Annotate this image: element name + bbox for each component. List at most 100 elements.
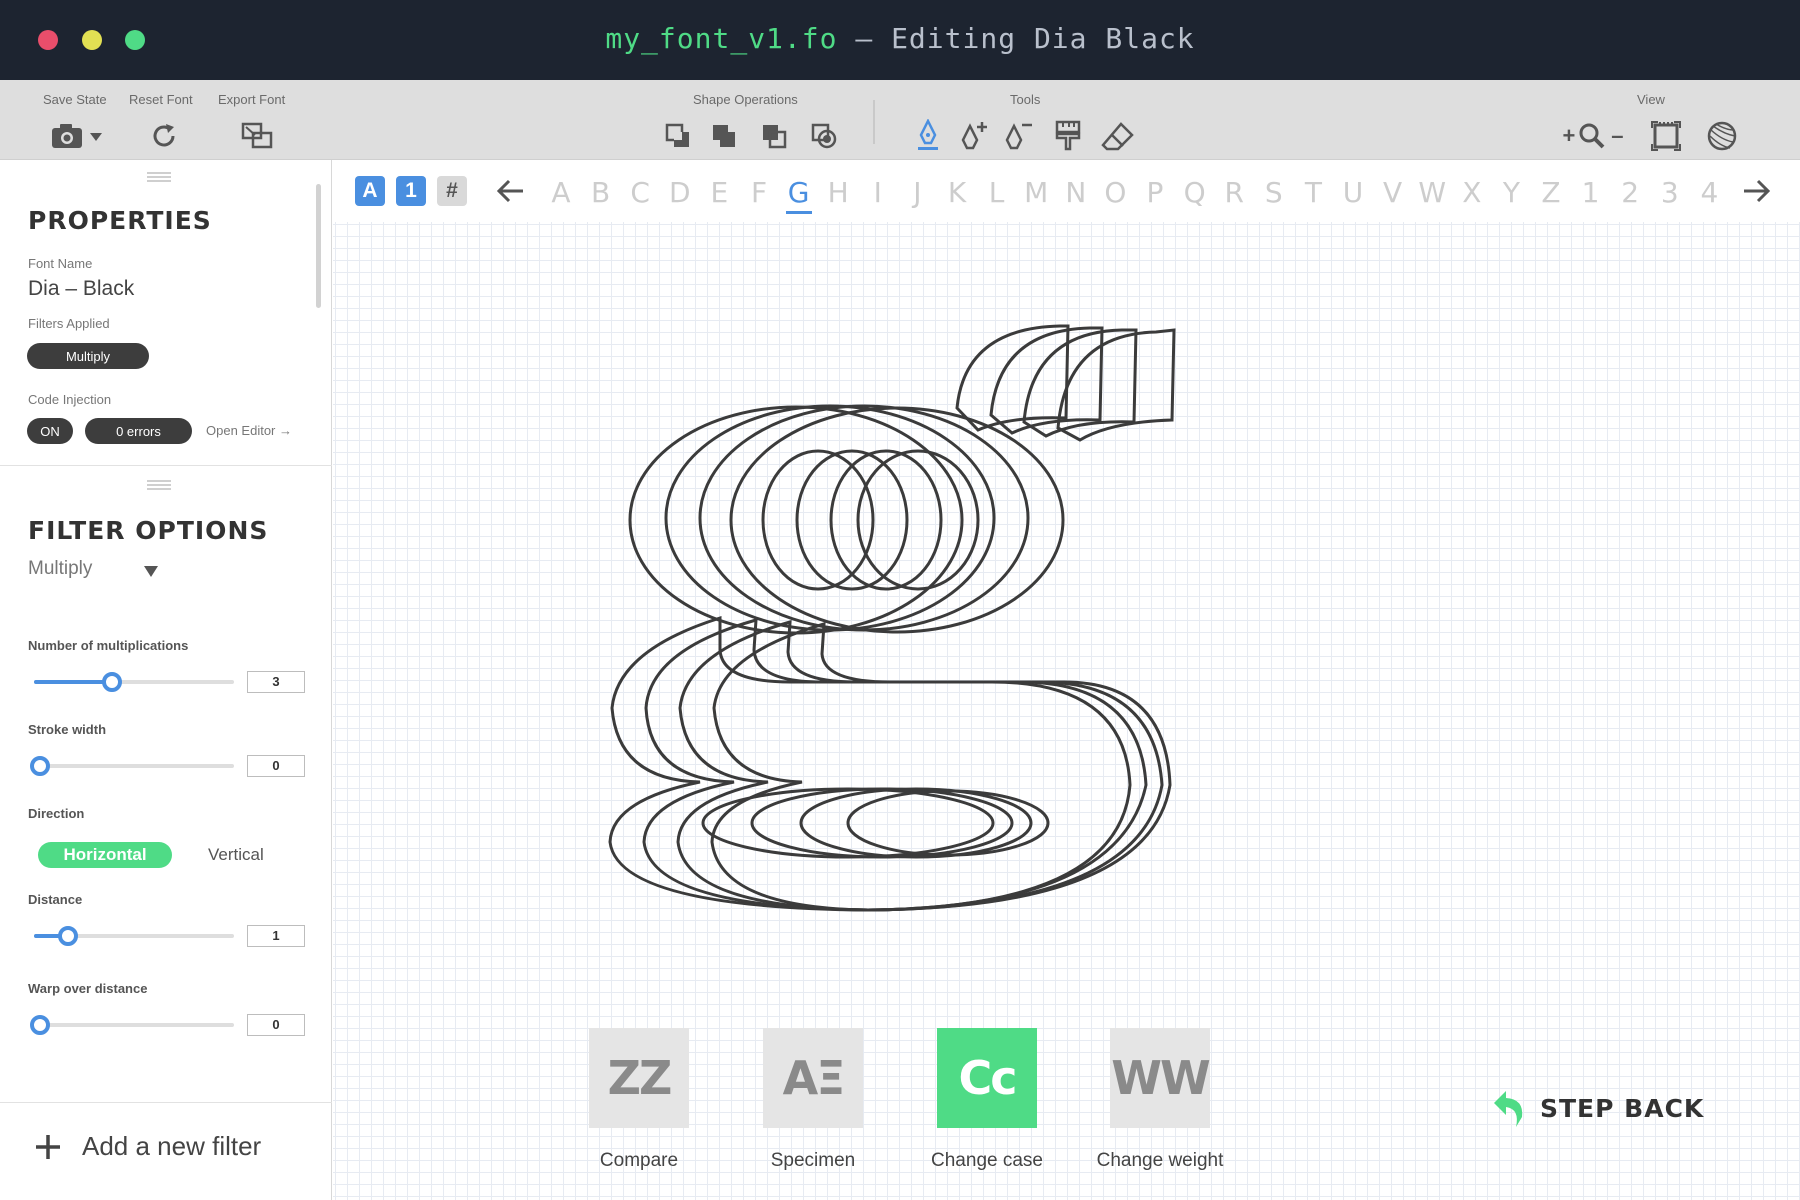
remove-point-tool-button[interactable] (998, 116, 1038, 156)
filter-select[interactable]: Multiply (28, 558, 168, 586)
symbols-mode-button[interactable]: # (437, 176, 467, 206)
glyph-letter[interactable]: Z (1536, 176, 1566, 209)
glyph-letter[interactable]: W (1417, 176, 1447, 209)
next-glyph-arrow-icon[interactable] (1740, 176, 1772, 206)
specimen-card[interactable]: AΞ (763, 1028, 863, 1128)
distance-slider[interactable] (34, 926, 234, 946)
glyph-letter[interactable]: C (625, 176, 655, 209)
eraser-tool-button[interactable] (1098, 116, 1138, 156)
glyph-letter[interactable]: Q (1180, 176, 1210, 209)
paint-brush-icon (1055, 120, 1081, 151)
numbers-mode-button[interactable]: 1 (396, 176, 426, 206)
glyph-letter[interactable]: 4 (1694, 176, 1724, 209)
zoom-out-button[interactable]: – (1611, 123, 1623, 149)
specimen-label: Specimen (770, 1150, 856, 1171)
previous-glyph-arrow-icon[interactable] (495, 176, 527, 206)
glyph-letter[interactable]: B (586, 176, 616, 209)
slider-knob[interactable] (58, 926, 78, 946)
stroke-width-input[interactable]: 0 (247, 755, 305, 777)
add-filter-label: Add a new filter (82, 1131, 262, 1161)
slider-knob[interactable] (102, 672, 122, 692)
glyph-letter[interactable]: R (1219, 176, 1249, 209)
title-separator: – (855, 22, 874, 55)
glyph-letter[interactable]: S (1259, 176, 1289, 209)
compare-card[interactable]: ZZ (589, 1028, 689, 1128)
stroke-width-slider[interactable] (30, 756, 234, 776)
code-injection-toggle[interactable]: ON (27, 418, 73, 444)
glyph-letter[interactable]: 2 (1615, 176, 1645, 209)
save-state-button[interactable] (48, 116, 108, 156)
direction-horizontal-toggle[interactable]: Horizontal (38, 842, 172, 868)
toolbar-divider (873, 100, 875, 144)
glyph-letter[interactable]: X (1457, 176, 1487, 209)
glyph-letter[interactable]: F (744, 176, 774, 209)
slider-knob[interactable] (30, 756, 50, 776)
multiplications-input[interactable]: 3 (247, 671, 305, 693)
preview-button[interactable] (1702, 116, 1742, 156)
direction-vertical-toggle[interactable]: Vertical (208, 842, 264, 868)
add-point-tool-button[interactable] (954, 116, 994, 156)
change-case-card[interactable]: Cc (937, 1028, 1037, 1128)
subtract-shape-button[interactable] (754, 116, 794, 156)
glyph-letter[interactable]: L (982, 176, 1012, 209)
glyph-letter[interactable]: I (863, 176, 893, 209)
intersect-shape-button[interactable] (804, 116, 844, 156)
zoom-in-button[interactable]: + (1562, 123, 1575, 149)
union-shape-button[interactable] (658, 116, 698, 156)
filter-pill-multiply[interactable]: Multiply (27, 343, 149, 369)
change-weight-card[interactable]: WW (1110, 1028, 1211, 1128)
change-weight-label: Change weight (1096, 1150, 1224, 1171)
pen-plus-icon (961, 122, 987, 150)
slider-knob[interactable] (30, 1015, 50, 1035)
glyph-canvas[interactable]: ZZ Compare AΞ Specimen Cc Change case WW… (333, 160, 1800, 1200)
glyph-letter[interactable]: U (1338, 176, 1368, 209)
file-name: my_font_v1.fo (605, 22, 838, 55)
slider-fill (34, 680, 106, 684)
glyph-letter[interactable]: 3 (1655, 176, 1685, 209)
warp-input[interactable]: 0 (247, 1014, 305, 1036)
add-filter-button[interactable]: Add a new filter (0, 1102, 332, 1200)
glyph-letter[interactable]: Y (1496, 176, 1526, 209)
step-back-label: STEP BACK (1540, 1093, 1705, 1123)
drag-handle-icon[interactable] (147, 480, 171, 490)
glyph-letter[interactable]: O (1100, 176, 1130, 209)
code-errors-badge[interactable]: 0 errors (85, 418, 192, 444)
fit-view-button[interactable] (1646, 116, 1686, 156)
pen-tool-button[interactable] (908, 116, 948, 156)
sphere-icon (1707, 121, 1737, 151)
font-name-label: Font Name (28, 256, 93, 271)
glyph-letter[interactable]: D (665, 176, 695, 209)
change-case-icon: Cc (958, 1051, 1017, 1105)
glyph-letter[interactable]: T (1298, 176, 1328, 209)
open-editor-link[interactable]: Open Editor → (206, 423, 292, 438)
font-name-value[interactable]: Dia – Black (28, 277, 134, 301)
glyph-letter[interactable]: A (546, 176, 576, 209)
glyph-letter[interactable]: V (1378, 176, 1408, 209)
uppercase-mode-button[interactable]: A (355, 176, 385, 206)
glyph-letter[interactable]: P (1140, 176, 1170, 209)
sidebar-scrollbar[interactable] (316, 184, 321, 308)
zoom-control[interactable]: + – (1553, 116, 1633, 156)
merge-shape-button[interactable] (704, 116, 744, 156)
glyph-letter[interactable]: E (704, 176, 734, 209)
distance-input[interactable]: 1 (247, 925, 305, 947)
change-weight-icon: WW (1111, 1051, 1210, 1105)
multiplications-slider[interactable] (34, 672, 234, 692)
reset-font-label: Reset Font (129, 92, 193, 107)
tools-label: Tools (1010, 92, 1041, 107)
glyph-letter[interactable]: H (823, 176, 853, 209)
paint-tool-button[interactable] (1048, 116, 1088, 156)
glyph-letter[interactable]: J (902, 176, 932, 209)
glyph-letter[interactable]: 1 (1576, 176, 1606, 209)
glyph-letter[interactable]: K (942, 176, 972, 209)
export-font-button[interactable] (237, 116, 277, 156)
warp-slider[interactable] (30, 1015, 234, 1035)
reset-font-button[interactable] (144, 116, 184, 156)
drag-handle-icon[interactable] (147, 172, 171, 182)
glyph-letter[interactable]: N (1061, 176, 1091, 209)
glyph-letter[interactable]: M (1021, 176, 1051, 209)
glyph-letter[interactable]: G (784, 176, 814, 209)
glyph-outline[interactable] (333, 160, 1800, 1200)
compare-label: Compare (599, 1150, 679, 1171)
step-back-button[interactable]: STEP BACK (1492, 1084, 1704, 1132)
